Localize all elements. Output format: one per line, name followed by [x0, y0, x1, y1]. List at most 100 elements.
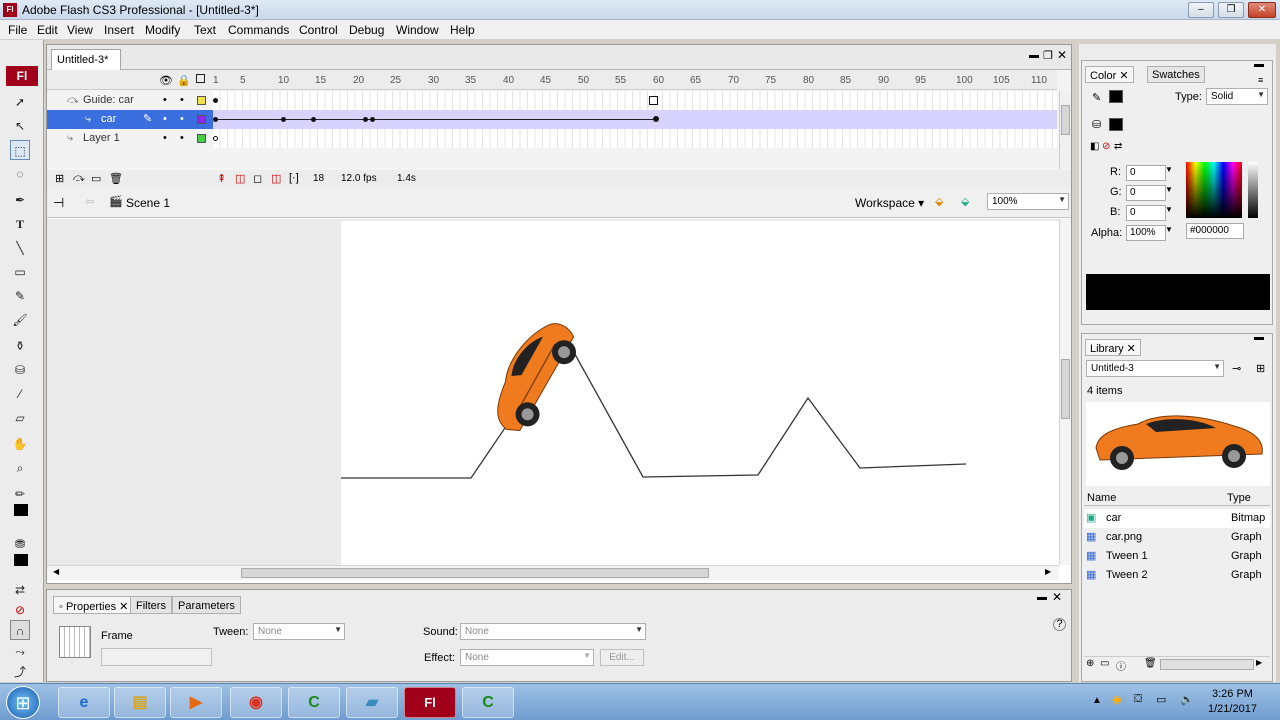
ie-taskbar-icon[interactable]: e	[58, 687, 110, 718]
visibility-dot[interactable]: •	[163, 113, 167, 125]
layer-row-guide[interactable]: ⤼ Guide: car • •	[47, 91, 1057, 110]
stroke-color-icon[interactable]: ✏	[10, 484, 30, 504]
paint-bucket-tool-icon[interactable]: ⛁	[10, 360, 30, 380]
onion-skin-icon[interactable]: ◫	[235, 172, 245, 185]
modify-markers-icon[interactable]: [·]	[289, 172, 299, 184]
sound-select[interactable]: None ▼	[460, 623, 646, 640]
fill-color-icon[interactable]: ⛃	[10, 534, 30, 554]
keyframe[interactable]	[363, 117, 368, 122]
brush-tool-icon[interactable]: 🖌	[10, 310, 30, 330]
start-button[interactable]: ⊞	[6, 686, 40, 719]
straighten-icon[interactable]: ⤴	[10, 662, 30, 682]
keyframe[interactable]	[311, 117, 316, 122]
tab-parameters[interactable]: Parameters	[172, 596, 241, 614]
new-folder-icon[interactable]: ▭	[1100, 658, 1109, 669]
keyframe[interactable]	[281, 117, 286, 122]
edit-scene-icon[interactable]: ⬙	[961, 195, 969, 208]
no-color-icon[interactable]: ⊘	[1102, 141, 1110, 152]
camtasia-taskbar-icon[interactable]: C	[288, 687, 340, 718]
library-item[interactable]: ▦ Tween 1 Graph	[1084, 547, 1270, 566]
timeline-scrollbar[interactable]	[1059, 91, 1071, 169]
layer-color-swatch[interactable]	[197, 134, 206, 143]
flash-taskbar-icon[interactable]: Fl	[404, 687, 456, 718]
swap-colors-icon[interactable]: ⇄	[10, 580, 30, 600]
keyframe[interactable]	[653, 116, 659, 122]
panel-close-icon[interactable]: ✕	[1052, 590, 1062, 604]
library-hscroll[interactable]	[1160, 659, 1254, 670]
lock-dot[interactable]: •	[180, 132, 184, 144]
fill-swatch[interactable]	[1109, 118, 1123, 131]
zoom-select[interactable]: 100% ▼	[987, 193, 1069, 210]
bw-icon[interactable]: ◧	[1090, 141, 1099, 152]
selection-tool-icon[interactable]: ➚	[10, 92, 30, 112]
g-input[interactable]: 0	[1126, 185, 1166, 201]
library-item[interactable]: ▦ Tween 2 Graph	[1084, 566, 1270, 585]
new-folder-icon[interactable]: ▭	[91, 172, 101, 185]
doc-minimize-icon[interactable]: ▬	[1029, 50, 1039, 61]
brightness-slider[interactable]	[1248, 162, 1258, 218]
alpha-input[interactable]: 100%	[1126, 225, 1166, 241]
eyedropper-tool-icon[interactable]: ⁄	[10, 384, 30, 404]
hex-input[interactable]: #000000	[1186, 223, 1244, 239]
camtasia-recorder-taskbar-icon[interactable]: C	[462, 687, 514, 718]
scroll-right-icon[interactable]: ▶	[1256, 658, 1262, 667]
doc-close-icon[interactable]: ✕	[1057, 48, 1067, 62]
new-layer-icon[interactable]: ⊞	[55, 172, 64, 185]
clock-time[interactable]: 3:26 PM	[1212, 688, 1253, 700]
lock-icon[interactable]: 🔒	[177, 74, 191, 87]
edit-multiple-icon[interactable]: ◫	[271, 172, 281, 185]
panel-menu-icon[interactable]: ▬	[1254, 332, 1264, 343]
ink-bottle-tool-icon[interactable]: ⚱	[10, 336, 30, 356]
delete-icon[interactable]: 🗑	[1144, 658, 1157, 669]
eraser-tool-icon[interactable]: ▱	[10, 408, 30, 428]
stage-hscroll-thumb[interactable]	[241, 568, 709, 578]
menu-edit[interactable]: Edit	[37, 23, 58, 37]
tray-network-icon[interactable]: ⛋	[1134, 693, 1142, 706]
b-dropdown-icon[interactable]: ▼	[1165, 205, 1173, 214]
tray-power-icon[interactable]: ▭	[1156, 693, 1166, 706]
document-tab[interactable]: Untitled-3*	[51, 49, 121, 70]
frames-layer1[interactable]	[213, 129, 1057, 148]
rectangle-tool-icon[interactable]: ▭	[10, 262, 30, 282]
scroll-right-icon[interactable]: ▶	[1045, 567, 1051, 576]
menu-file[interactable]: File	[8, 23, 27, 37]
no-color-icon[interactable]: ⊘	[10, 600, 30, 620]
hand-tool-icon[interactable]: ✋	[10, 434, 30, 454]
menu-debug[interactable]: Debug	[349, 23, 384, 37]
clock-date[interactable]: 1/21/2017	[1208, 703, 1257, 715]
properties-icon[interactable]: ⓘ	[1116, 658, 1126, 673]
scroll-left-icon[interactable]: ◀	[53, 567, 59, 576]
alpha-dropdown-icon[interactable]: ▼	[1165, 225, 1173, 234]
col-type[interactable]: Type	[1227, 492, 1251, 504]
edit-symbols-icon[interactable]: ⬙	[935, 195, 943, 208]
stroke-color-swatch[interactable]	[14, 504, 28, 516]
menu-control[interactable]: Control	[299, 23, 338, 37]
tab-filters[interactable]: Filters	[130, 596, 172, 614]
free-transform-tool-icon[interactable]: ⬚	[10, 140, 30, 160]
swap-icon[interactable]: ⇄	[1114, 141, 1122, 152]
line-tool-icon[interactable]: ╲	[10, 238, 30, 258]
help-icon[interactable]: ?	[1053, 618, 1066, 631]
lock-dot[interactable]: •	[180, 113, 184, 125]
g-dropdown-icon[interactable]: ▼	[1165, 185, 1173, 194]
pencil-tool-icon[interactable]: ✎	[10, 286, 30, 306]
effect-select[interactable]: None ▼	[460, 649, 594, 666]
keyframe[interactable]	[213, 98, 218, 103]
library-doc-select[interactable]: Untitled-3 ▼	[1086, 360, 1224, 377]
lasso-tool-icon[interactable]: ◌	[10, 164, 30, 184]
b-input[interactable]: 0	[1126, 205, 1166, 221]
minimize-button[interactable]: –	[1188, 2, 1214, 18]
delete-layer-icon[interactable]: 🗑	[109, 172, 123, 185]
tray-app-icon[interactable]: ◉	[1112, 693, 1122, 706]
color-spectrum[interactable]	[1186, 162, 1242, 218]
layer-color-swatch[interactable]	[197, 115, 206, 124]
keyframe[interactable]	[370, 117, 375, 122]
menu-modify[interactable]: Modify	[145, 23, 180, 37]
restore-button[interactable]: ❐	[1218, 2, 1244, 18]
close-button[interactable]: ✕	[1248, 2, 1276, 18]
r-dropdown-icon[interactable]: ▼	[1165, 165, 1173, 174]
frames-car[interactable]	[213, 110, 1057, 129]
notepad-taskbar-icon[interactable]: ▰	[346, 687, 398, 718]
zoom-tool-icon[interactable]: ⌕	[10, 458, 30, 478]
center-frame-icon[interactable]: ⇞	[217, 172, 226, 185]
